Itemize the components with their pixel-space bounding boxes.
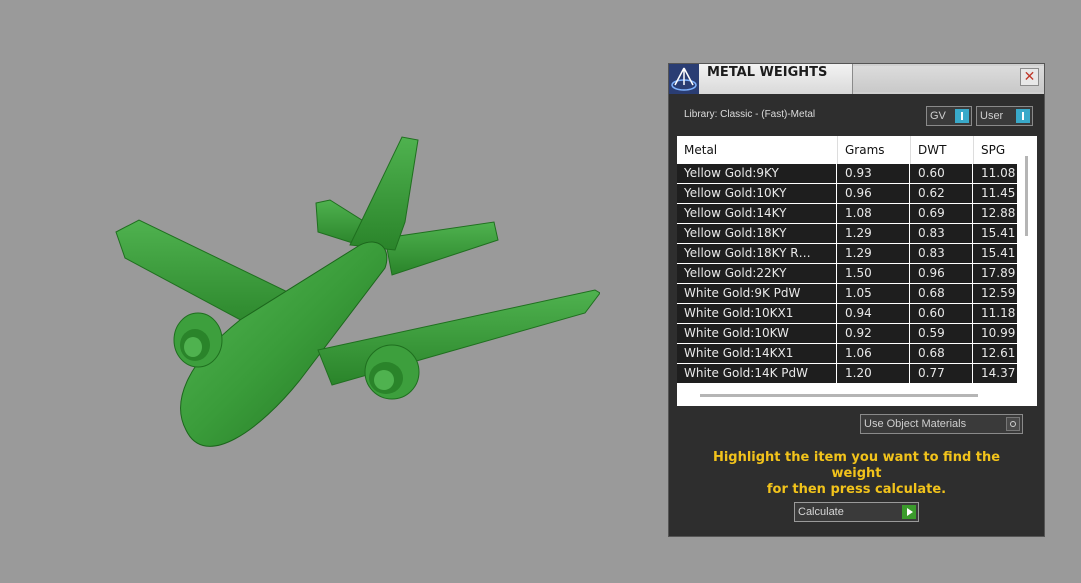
table-row[interactable]: White Gold:10KX1 0.94 0.60 11.18 <box>677 304 1017 323</box>
dwt-cell: 0.83 <box>911 244 973 263</box>
horizontal-scrollbar[interactable] <box>700 394 978 397</box>
column-header-spg[interactable]: SPG <box>974 136 1017 164</box>
grams-cell: 1.29 <box>838 244 910 263</box>
grams-cell: 1.08 <box>838 204 910 223</box>
table-row[interactable]: Yellow Gold:10KY 0.96 0.62 11.45 <box>677 184 1017 203</box>
metal-cell: White Gold:10KX1 <box>677 304 837 323</box>
gv-toggle-label: GV <box>930 110 946 122</box>
spg-cell: 14.37 <box>981 366 1016 380</box>
app-logo-icon <box>669 64 699 94</box>
metal-cell: White Gold:9K PdW <box>677 284 837 303</box>
radio-icon <box>1006 417 1020 431</box>
table-row[interactable]: White Gold:14KX1 1.06 0.68 12.61 <box>677 344 1017 363</box>
close-button[interactable]: ✕ <box>1020 68 1039 86</box>
dwt-cell: 0.68 <box>911 284 973 303</box>
dwt-cell: 0.68 <box>911 344 973 363</box>
metal-cell: White Gold:14KX1 <box>677 344 837 363</box>
table-header: Metal Grams DWT SPG <box>677 136 1017 164</box>
dwt-cell: 0.59 <box>911 324 973 343</box>
dwt-cell: 0.60 <box>911 304 973 323</box>
dwt-cell: 0.60 <box>911 164 973 183</box>
metal-cell: White Gold:10KW <box>677 324 837 343</box>
spg-cell: 11.45 <box>981 186 1016 200</box>
metal-cell: White Gold:14K PdW <box>677 364 837 383</box>
title-bar-fill <box>853 66 1044 92</box>
grams-cell: 0.94 <box>838 304 910 323</box>
spg-cell: 17.89 <box>981 266 1016 280</box>
grams-cell: 1.05 <box>838 284 910 303</box>
grams-cell: 0.92 <box>838 324 910 343</box>
dwt-cell: 0.83 <box>911 224 973 243</box>
table-row[interactable]: White Gold:10KW 0.92 0.59 10.99 <box>677 324 1017 343</box>
spg-cell: 12.88 <box>981 206 1016 220</box>
spg-cell: 11.18 <box>981 306 1016 320</box>
calculate-label: Calculate <box>798 506 844 518</box>
grams-cell: 1.06 <box>838 344 910 363</box>
instructions-text: Highlight the item you want to find the … <box>689 450 1024 498</box>
use-object-materials-toggle[interactable]: Use Object Materials <box>860 414 1023 434</box>
dwt-cell: 0.69 <box>911 204 973 223</box>
spg-cell: 10.99 <box>981 326 1016 340</box>
toggle-switch-icon <box>1016 109 1030 123</box>
column-header-metal[interactable]: Metal <box>677 136 837 164</box>
metal-cell: Yellow Gold:22KY <box>677 264 837 283</box>
spg-cell: 12.61 <box>981 346 1016 360</box>
dwt-cell: 0.96 <box>911 264 973 283</box>
table-row[interactable]: White Gold:14K PdW 1.20 0.77 14.37 <box>677 364 1017 383</box>
table-row[interactable]: Yellow Gold:9KY 0.93 0.60 11.08 <box>677 164 1017 183</box>
use-object-materials-label: Use Object Materials <box>864 418 967 430</box>
table-row[interactable]: Yellow Gold:18KY R… 1.29 0.83 15.41 <box>677 244 1017 263</box>
calculate-button[interactable]: Calculate <box>794 502 919 522</box>
user-toggle-label: User <box>980 110 1004 122</box>
metal-weights-panel: METAL WEIGHTS ✕ Library: Classic - (Fast… <box>669 64 1044 536</box>
spg-cell: 12.59 <box>981 286 1016 300</box>
metal-cell: Yellow Gold:18KY R… <box>677 244 837 263</box>
grams-cell: 1.20 <box>838 364 910 383</box>
instructions-line-1: Highlight the item you want to find the … <box>712 450 1001 481</box>
metal-cell: Yellow Gold:9KY <box>677 164 837 183</box>
gv-toggle[interactable]: GV <box>926 106 972 126</box>
airplane-model[interactable] <box>0 0 600 480</box>
grams-cell: 1.50 <box>838 264 910 283</box>
grams-cell: 0.96 <box>838 184 910 203</box>
grams-cell: 1.29 <box>838 224 910 243</box>
metal-table[interactable]: Metal Grams DWT SPG Yellow Gold:9KY 0.93 0… <box>677 136 1037 406</box>
instructions-line-2: for then press calculate. <box>766 482 947 497</box>
grams-cell: 0.93 <box>838 164 910 183</box>
spg-cell: 15.41 <box>981 246 1016 260</box>
column-header-grams[interactable]: Grams <box>838 136 910 164</box>
metal-cell: Yellow Gold:10KY <box>677 184 837 203</box>
vertical-scrollbar[interactable] <box>1025 156 1028 236</box>
column-header-dwt[interactable]: DWT <box>911 136 973 164</box>
toggle-switch-icon <box>955 109 969 123</box>
table-row[interactable]: White Gold:9K PdW 1.05 0.68 12.59 <box>677 284 1017 303</box>
table-row[interactable]: Yellow Gold:14KY 1.08 0.69 12.88 <box>677 204 1017 223</box>
dwt-cell: 0.62 <box>911 184 973 203</box>
metal-cell: Yellow Gold:14KY <box>677 204 837 223</box>
spg-cell: 11.08 <box>981 166 1016 180</box>
play-arrow-icon <box>902 505 916 519</box>
spg-cell: 15.41 <box>981 226 1016 240</box>
user-toggle[interactable]: User <box>976 106 1033 126</box>
table-body: Yellow Gold:9KY 0.93 0.60 11.08 Yellow Gold:… <box>677 164 1017 384</box>
panel-title: METAL WEIGHTS <box>707 65 828 80</box>
table-row[interactable]: Yellow Gold:18KY 1.29 0.83 15.41 <box>677 224 1017 243</box>
title-tab[interactable]: METAL WEIGHTS <box>669 64 853 94</box>
table-row[interactable]: Yellow Gold:22KY 1.50 0.96 17.89 <box>677 264 1017 283</box>
dwt-cell: 0.77 <box>911 364 973 383</box>
library-label: Library: Classic - (Fast)-Metal <box>684 109 816 120</box>
metal-cell: Yellow Gold:18KY <box>677 224 837 243</box>
title-bar[interactable]: METAL WEIGHTS ✕ <box>669 64 1044 94</box>
close-icon: ✕ <box>1023 69 1036 85</box>
